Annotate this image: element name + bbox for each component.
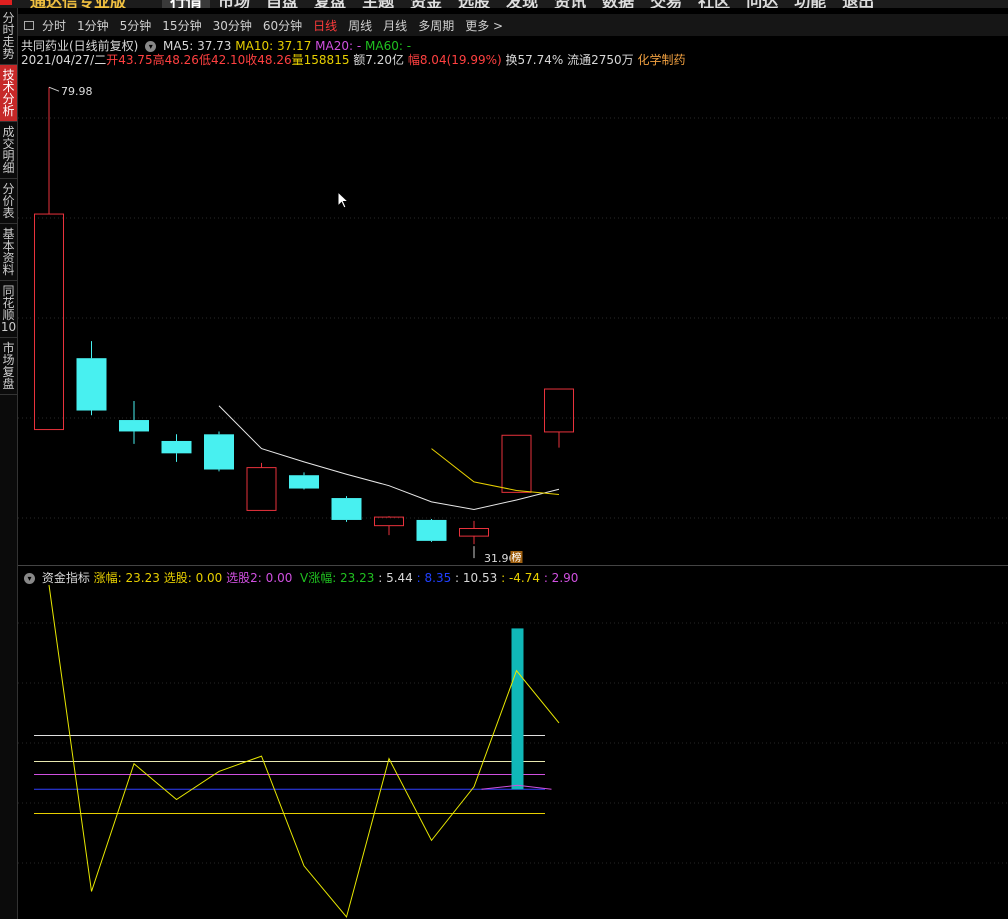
period-list: 分时 1分钟 5分钟 15分钟 30分钟 60分钟 日线 周线 月线 多周期 更多 > xyxy=(42,17,514,34)
period-tab[interactable]: 60分钟 xyxy=(263,17,302,34)
candle-body-down xyxy=(204,434,234,470)
menu-item[interactable]: 交易 xyxy=(642,0,690,8)
candle-body-up xyxy=(501,434,532,493)
candle-body-up xyxy=(544,388,574,433)
quote-close: 收48.26 xyxy=(245,53,292,67)
signal-bar xyxy=(511,628,524,790)
menu-item[interactable]: 自盘 xyxy=(258,0,306,8)
menu-item[interactable]: 退出 xyxy=(834,0,882,8)
left-side-nav: 分时走势 技术分析 成交明细 分价表 基本资料 同花顺10 市场复盘 xyxy=(0,8,18,919)
panel-divider[interactable] xyxy=(18,565,1008,566)
quote-open: 开43.75 xyxy=(106,53,153,67)
period-tab[interactable]: 更多 > xyxy=(465,17,503,34)
side-nav-item[interactable]: 同花顺10 xyxy=(0,281,17,338)
side-nav-item[interactable]: 分价表 xyxy=(0,179,17,224)
candle-body-down xyxy=(416,519,447,541)
candle-body-down xyxy=(331,498,362,520)
quote-turnover: 换57.74% xyxy=(505,53,564,67)
main-menu: 行情市场自盘复盘主题资金选股发现资讯数据交易社区问达功能退出 xyxy=(162,0,882,8)
quote-float: 流通2750万 xyxy=(567,53,634,67)
ma5-line xyxy=(218,405,560,510)
candle-body-down xyxy=(289,475,319,489)
menu-item[interactable]: 功能 xyxy=(786,0,834,8)
menu-item[interactable]: 主题 xyxy=(354,0,402,8)
app-logo-icon xyxy=(0,0,12,5)
candle-body-up xyxy=(246,467,277,511)
side-nav-item[interactable]: 市场复盘 xyxy=(0,338,17,395)
side-nav-item[interactable]: 技术分析 xyxy=(0,65,17,122)
menu-item[interactable]: 资讯 xyxy=(546,0,594,8)
app-brand: 通达信专业版 xyxy=(30,0,126,8)
quote-date: 2021/04/27/二 xyxy=(21,53,107,67)
quote-volume: 量158815 xyxy=(291,53,350,67)
quote-change: 幅8.04(19.99%) xyxy=(407,53,502,67)
quote-low: 低42.10 xyxy=(198,53,246,67)
period-tab[interactable]: 分时 xyxy=(42,17,66,34)
max-price-label: 79.98 xyxy=(61,85,93,98)
menu-item[interactable]: 复盘 xyxy=(306,0,354,8)
menu-item[interactable]: 发现 xyxy=(498,0,546,8)
candle-body-up xyxy=(34,213,64,431)
side-nav-item[interactable]: 基本资料 xyxy=(0,224,17,281)
period-tab[interactable]: 30分钟 xyxy=(213,17,252,34)
rank-badge-text: 榜 xyxy=(512,551,522,563)
menu-item[interactable]: 选股 xyxy=(450,0,498,8)
panel-toggle-icon[interactable] xyxy=(24,20,34,30)
period-tab[interactable]: 日线 xyxy=(313,17,337,34)
period-toolbar: 分时 1分钟 5分钟 15分钟 30分钟 60分钟 日线 周线 月线 多周期 更多 > xyxy=(18,14,1008,36)
ma10-line xyxy=(431,448,560,496)
candle-body-down xyxy=(119,420,149,432)
top-menu-bar: 通达信专业版 行情市场自盘复盘主题资金选股发现资讯数据交易社区问达功能退出 xyxy=(0,0,1008,8)
period-tab[interactable]: 5分钟 xyxy=(120,17,152,34)
mouse-cursor-icon xyxy=(337,191,350,209)
period-tab[interactable]: 周线 xyxy=(348,17,372,34)
quote-amount: 额7.20亿 xyxy=(353,53,405,67)
menu-item[interactable]: 问达 xyxy=(738,0,786,8)
indicator-chart[interactable] xyxy=(18,583,1008,919)
candle-body-down xyxy=(161,440,192,454)
period-tab[interactable]: 多周期 xyxy=(418,17,454,34)
quote-sector[interactable]: 化学制药 xyxy=(638,53,686,67)
side-nav-item[interactable]: 成交明细 xyxy=(0,122,17,179)
max-pointer-line xyxy=(48,86,60,92)
menu-item[interactable]: 社区 xyxy=(690,0,738,8)
menu-item[interactable]: 资金 xyxy=(402,0,450,8)
menu-item[interactable]: 数据 xyxy=(594,0,642,8)
candle-body-up xyxy=(459,528,489,537)
period-tab[interactable]: 15分钟 xyxy=(162,17,201,34)
menu-item[interactable]: 行情 xyxy=(162,0,211,8)
period-tab[interactable]: 1分钟 xyxy=(77,17,109,34)
candle-body-down xyxy=(76,358,107,411)
side-nav-item[interactable]: 分时走势 xyxy=(0,8,17,65)
menu-item[interactable]: 市场 xyxy=(210,0,258,8)
quote-high: 高48.26 xyxy=(152,53,199,67)
candlestick-chart[interactable]: 79.9831.96榜 xyxy=(18,66,1008,563)
zf-oscillator-line xyxy=(48,584,560,919)
period-tab[interactable]: 月线 xyxy=(383,17,407,34)
